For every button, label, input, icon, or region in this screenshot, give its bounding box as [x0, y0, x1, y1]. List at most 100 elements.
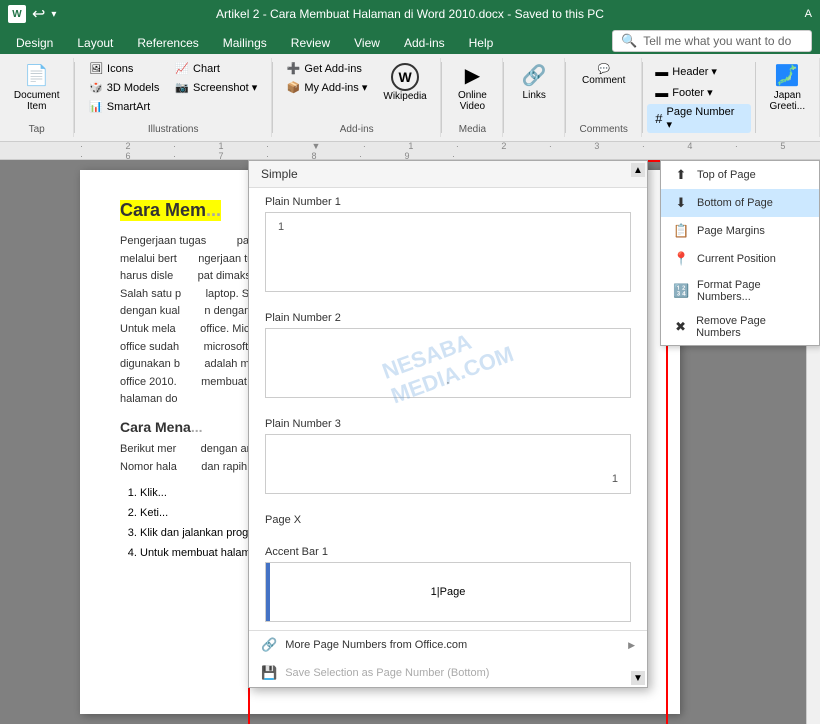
context-current-position[interactable]: 📍 Current Position	[661, 245, 819, 273]
search-bar[interactable]: 🔍 Tell me what you want to do	[612, 30, 812, 52]
chart-btn[interactable]: 📈 Chart	[169, 60, 263, 77]
redo-btn[interactable]: ▾	[51, 9, 56, 20]
title-bar-right: A	[805, 8, 812, 20]
tab-design[interactable]: Design	[4, 32, 65, 54]
my-addins-btn[interactable]: 📦 My Add-ins ▾	[281, 79, 374, 96]
plain-number-2-label: Plain Number 2	[265, 312, 631, 324]
save-selection-item[interactable]: 💾 Save Selection as Page Number (Bottom)	[249, 659, 647, 687]
ribbon-group-comments: 💬 Comment Comments	[566, 58, 642, 137]
bottom-of-page-label: Bottom of Page	[697, 197, 773, 209]
document-item-btn[interactable]: 📄 DocumentItem	[8, 60, 66, 115]
tab-layout[interactable]: Layout	[65, 32, 125, 54]
pn2-number: ·	[446, 377, 450, 389]
icons-icon: 🖼	[89, 62, 103, 75]
doc-title: Cara Mem...	[120, 200, 221, 221]
format-page-numbers-label: Format Page Numbers...	[697, 279, 807, 303]
chart-label: Chart	[193, 63, 220, 75]
pn2-watermark: NESABAMEDIA.COM	[379, 317, 517, 410]
footer-btn[interactable]: ▬ Footer ▾	[647, 83, 750, 102]
scroll-up-arrow[interactable]: ▲	[631, 163, 645, 177]
tab-addins[interactable]: Add-ins	[392, 32, 457, 54]
illustrations-label: Illustrations	[148, 120, 199, 135]
ribbon-group-illustrations: 🖼 Icons 🎲 3D Models 📊 SmartArt 📈 Chart	[75, 58, 272, 137]
context-format-page-numbers[interactable]: 🔢 Format Page Numbers...	[661, 273, 819, 309]
remove-page-numbers-icon: ✖	[673, 319, 688, 335]
3d-label: 3D Models	[107, 82, 160, 94]
get-addins-label: Get Add-ins	[304, 63, 361, 75]
tab-mailings[interactable]: Mailings	[211, 32, 279, 54]
tab-view[interactable]: View	[342, 32, 392, 54]
my-addins-icon: 📦	[287, 81, 301, 94]
remove-page-numbers-label: Remove Page Numbers	[696, 315, 807, 339]
ribbon-group-japanese: 🗾 JapanGreeti...	[756, 58, 820, 137]
top-of-page-label: Top of Page	[697, 169, 756, 181]
ribbon-group-media: ▶ OnlineVideo Media	[442, 58, 503, 137]
3d-icon: 🎲	[89, 81, 103, 94]
addins-label: Add-ins	[340, 120, 374, 135]
more-page-numbers-icon: 🔗	[261, 637, 277, 653]
page-number-btn[interactable]: # Page Number ▾	[647, 104, 750, 133]
more-page-numbers-item[interactable]: 🔗 More Page Numbers from Office.com	[249, 631, 647, 659]
wikipedia-btn[interactable]: W Wikipedia	[377, 60, 432, 105]
plain-number-3-option[interactable]: Plain Number 3 1	[249, 410, 647, 506]
comment-btn[interactable]: 💬 Comment	[574, 60, 633, 90]
scroll-down-btn[interactable]: ▼	[631, 671, 645, 685]
screenshot-btn[interactable]: 📷 Screenshot ▾	[169, 79, 263, 96]
smartart-icon: 📊	[89, 100, 103, 113]
ribbon: 📄 DocumentItem Tap 🖼 Icons 🎲 3D Models 📊…	[0, 54, 820, 142]
accent-bar-1-number: 1|Page	[431, 586, 466, 598]
comment-label: Comment	[582, 75, 625, 86]
japanese-icon: 🗾	[775, 63, 800, 88]
ruler: · 2 · 1 · ▼ · 1 · 2 · 3 · 4 · 5 · 6 · 7 …	[0, 142, 820, 160]
screenshot-icon: 📷	[175, 81, 189, 94]
get-addins-btn[interactable]: ➕ Get Add-ins	[281, 60, 374, 77]
search-icon: 🔍	[621, 33, 637, 49]
page-number-dropdown[interactable]: ▲ Simple Plain Number 1 1 Plain Number 2…	[248, 160, 648, 688]
pn1-number: 1	[278, 221, 284, 233]
tab-help[interactable]: Help	[457, 32, 506, 54]
tab-review[interactable]: Review	[279, 32, 342, 54]
ribbon-group-header-footer: ▬ Header ▾ ▬ Footer ▾ # Page Number ▾	[643, 58, 754, 137]
title-bar: W ↩ ▾ Artikel 2 - Cara Membuat Halaman d…	[0, 0, 820, 28]
document-item-label: DocumentItem	[14, 90, 60, 112]
ruler-marks: · 2 · 1 · ▼ · 1 · 2 · 3 · 4 · 5 · 6 · 7 …	[80, 141, 820, 161]
plain-number-1-option[interactable]: Plain Number 1 1	[249, 188, 647, 304]
save-selection-label: Save Selection as Page Number (Bottom)	[285, 667, 489, 679]
ribbon-group-addins: ➕ Get Add-ins 📦 My Add-ins ▾ W Wikipedia…	[273, 58, 442, 137]
get-addins-icon: ➕	[287, 62, 301, 75]
format-page-numbers-icon: 🔢	[673, 283, 689, 299]
3d-models-btn[interactable]: 🎲 3D Models	[83, 79, 165, 96]
context-bottom-of-page[interactable]: ⬇ Bottom of Page	[661, 189, 819, 217]
plain-number-2-option[interactable]: Plain Number 2 NESABAMEDIA.COM ·	[249, 304, 647, 410]
page-number-icon: #	[655, 111, 662, 126]
window-title: Artikel 2 - Cara Membuat Halaman di Word…	[216, 7, 604, 21]
context-top-of-page[interactable]: ⬆ Top of Page	[661, 161, 819, 189]
more-page-numbers-label: More Page Numbers from Office.com	[285, 639, 467, 651]
context-page-margins[interactable]: 📋 Page Margins	[661, 217, 819, 245]
accent-bar-1-option[interactable]: Accent Bar 1 1|Page	[249, 538, 647, 630]
header-btn[interactable]: ▬ Header ▾	[647, 62, 750, 81]
title-bar-left: W ↩ ▾	[8, 4, 56, 24]
links-btn[interactable]: 🔗 Links	[512, 60, 556, 104]
save-selection-icon: 💾	[261, 665, 277, 681]
page-x-option[interactable]: Page X	[249, 506, 647, 538]
current-position-label: Current Position	[697, 253, 776, 265]
japanese-btn[interactable]: 🗾 JapanGreeti...	[764, 60, 812, 115]
ribbon-items-addins: ➕ Get Add-ins 📦 My Add-ins ▾ W Wikipedia	[281, 60, 433, 120]
icons-btn[interactable]: 🖼 Icons	[83, 60, 165, 77]
dropdown-footer: 🔗 More Page Numbers from Office.com 💾 Sa…	[249, 630, 647, 687]
context-remove-page-numbers[interactable]: ✖ Remove Page Numbers	[661, 309, 819, 345]
icons-label: Icons	[107, 63, 133, 75]
smartart-btn[interactable]: 📊 SmartArt	[83, 98, 165, 115]
context-menu[interactable]: ⬆ Top of Page ⬇ Bottom of Page 📋 Page Ma…	[660, 160, 820, 346]
scroll-up-btn[interactable]: ▲	[631, 163, 645, 177]
office-version: office 2010	[120, 376, 174, 388]
scroll-down-arrow[interactable]: ▼	[631, 671, 645, 685]
page-margins-icon: 📋	[673, 223, 689, 239]
addins-col: ➕ Get Add-ins 📦 My Add-ins ▾	[281, 60, 374, 96]
page-margins-label: Page Margins	[697, 225, 765, 237]
tab-references[interactable]: References	[125, 32, 210, 54]
online-video-btn[interactable]: ▶ OnlineVideo	[450, 60, 494, 115]
smartart-label: SmartArt	[107, 101, 150, 113]
undo-btn[interactable]: ↩	[32, 4, 45, 24]
